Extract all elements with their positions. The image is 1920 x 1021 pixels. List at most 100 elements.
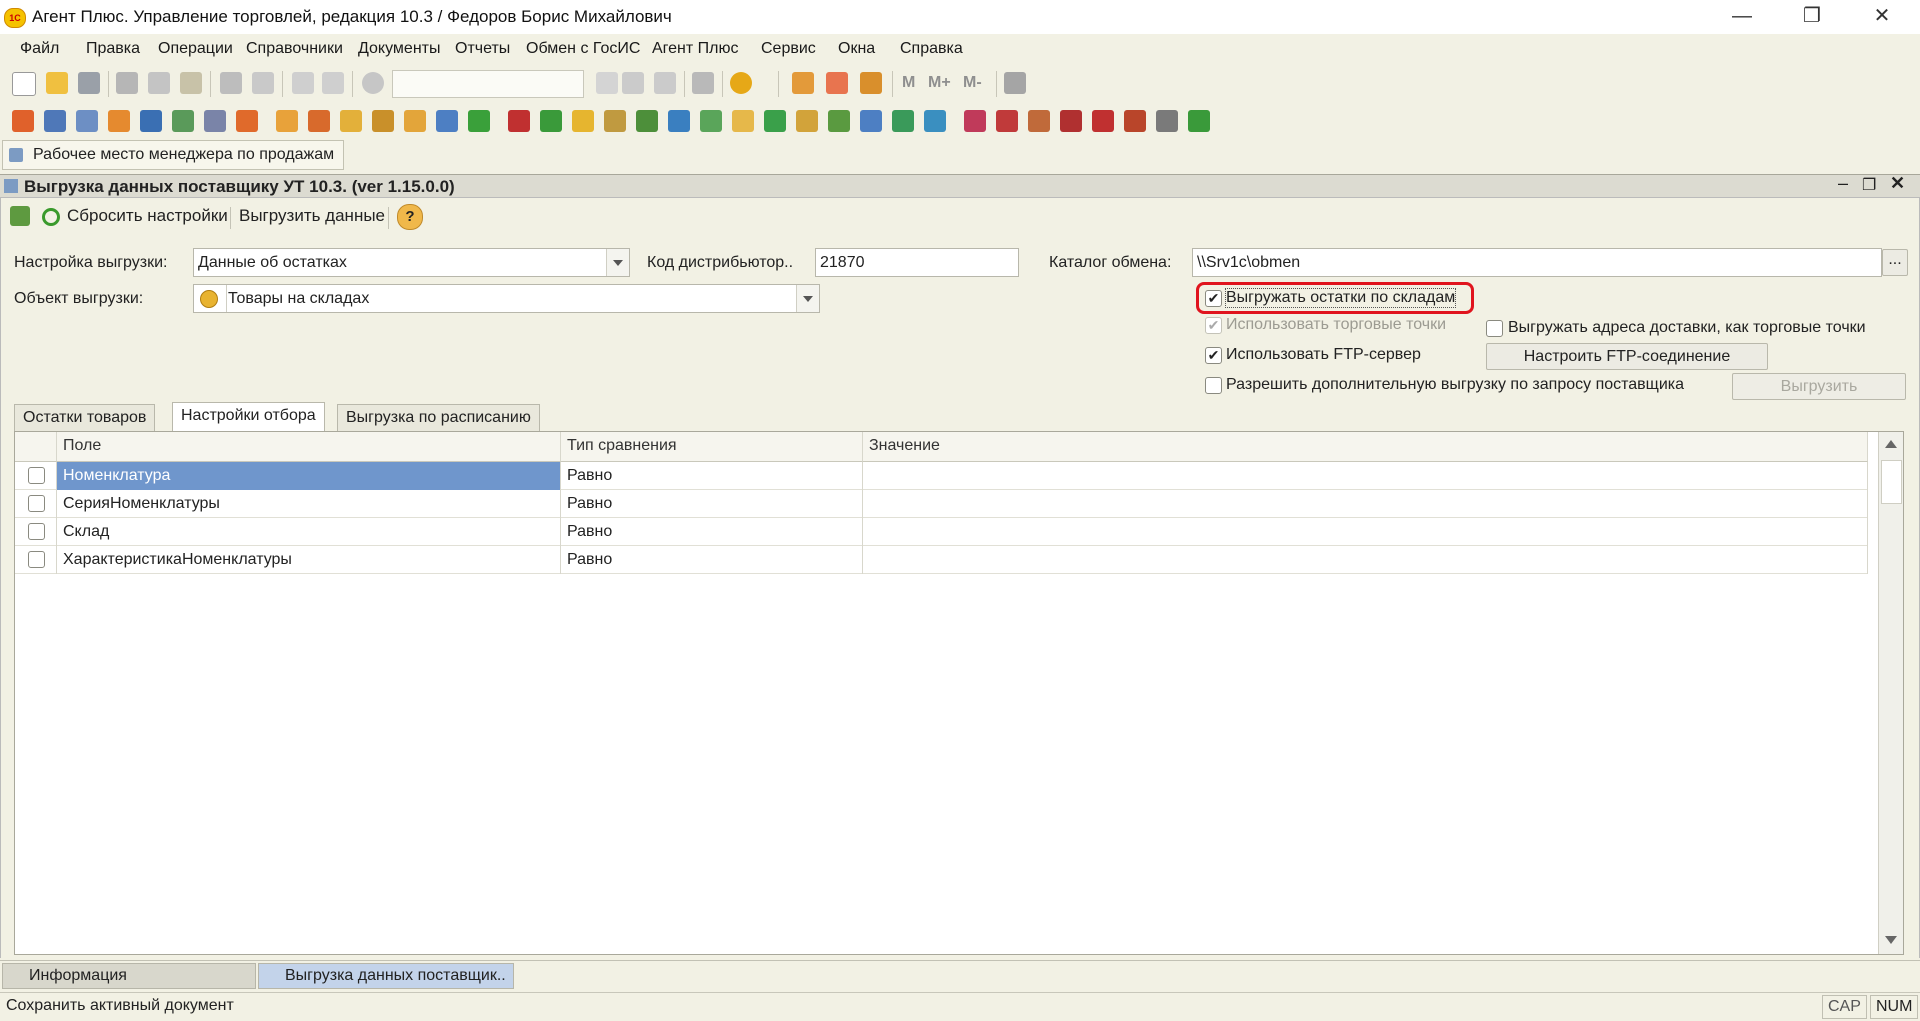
menu-windows[interactable]: Окна	[838, 40, 875, 58]
toolbar-action-icon[interactable]	[732, 110, 754, 132]
toolbar-action-icon[interactable]	[892, 110, 914, 132]
menu-agent-plus[interactable]: Агент Плюс	[652, 40, 739, 58]
column-header-value[interactable]: Значение	[863, 432, 1868, 462]
cell-compare[interactable]: Равно	[561, 462, 863, 490]
doc-close-button[interactable]: ✕	[1890, 173, 1905, 194]
tab-stock[interactable]: Остатки товаров	[14, 404, 156, 432]
cell-compare[interactable]: Равно	[561, 490, 863, 518]
toolbar-action-icon[interactable]	[668, 110, 690, 132]
toolbar-action-icon[interactable]	[172, 110, 194, 132]
menu-reports[interactable]: Отчеты	[455, 40, 510, 58]
toolbar-action-icon[interactable]	[308, 110, 330, 132]
redo-icon[interactable]	[322, 72, 344, 94]
menu-service[interactable]: Сервис	[761, 40, 816, 58]
toolbar-action-icon[interactable]	[44, 110, 66, 132]
table-scrollbar[interactable]	[1878, 432, 1903, 954]
tab-schedule[interactable]: Выгрузка по расписанию	[337, 404, 540, 432]
search-input[interactable]	[392, 70, 584, 98]
doc-minimize-button[interactable]: ‒	[1838, 173, 1848, 194]
menu-file[interactable]: Файл	[20, 40, 59, 58]
toolbar-action-icon[interactable]	[924, 110, 946, 132]
scroll-down-icon[interactable]	[1885, 936, 1897, 944]
toolbar-action-icon[interactable]	[1028, 110, 1050, 132]
calculator-icon[interactable]	[792, 72, 814, 94]
toolbar-action-icon[interactable]	[76, 110, 98, 132]
toolbar-action-icon[interactable]	[12, 110, 34, 132]
object-select[interactable]: Товары на складах	[193, 284, 820, 313]
toolbar-action-icon[interactable]	[404, 110, 426, 132]
find-icon[interactable]	[362, 72, 384, 94]
history-forward-icon[interactable]	[654, 72, 676, 94]
print-preview-icon[interactable]	[252, 72, 274, 94]
toolbar-action-icon[interactable]	[1188, 110, 1210, 132]
row-checkbox[interactable]	[28, 467, 45, 484]
windows-icon[interactable]	[692, 72, 714, 94]
row-checkbox[interactable]	[28, 551, 45, 568]
paste-icon[interactable]	[180, 72, 202, 94]
cut-icon[interactable]	[116, 72, 138, 94]
toolbar-action-icon[interactable]	[340, 110, 362, 132]
toolbar-action-icon[interactable]	[1124, 110, 1146, 132]
toolbar-action-icon[interactable]	[468, 110, 490, 132]
scroll-up-icon[interactable]	[1885, 440, 1897, 448]
catalog-browse-button[interactable]: ...	[1882, 249, 1908, 276]
table-row[interactable]: ХарактеристикаНоменклатуры Равно	[15, 546, 1868, 574]
reset-settings-button[interactable]: Сбросить настройки	[67, 206, 228, 226]
toolbar-action-icon[interactable]	[604, 110, 626, 132]
toolbar-action-icon[interactable]	[1156, 110, 1178, 132]
cell-compare[interactable]: Равно	[561, 546, 863, 574]
workspace-button[interactable]: Рабочее место менеджера по продажам	[2, 140, 344, 170]
toolbar-action-icon[interactable]	[964, 110, 986, 132]
help-icon[interactable]: ?	[397, 204, 423, 230]
calendar-icon[interactable]	[826, 72, 848, 94]
toolbar-action-icon[interactable]	[140, 110, 162, 132]
menu-operations[interactable]: Операции	[158, 40, 233, 58]
toolbar-action-icon[interactable]	[764, 110, 786, 132]
toolbar-action-icon[interactable]	[572, 110, 594, 132]
table-row[interactable]: Склад Равно	[15, 518, 1868, 546]
toolbar-action-icon[interactable]	[700, 110, 722, 132]
cell-field[interactable]: Номенклатура	[57, 462, 561, 490]
task-information[interactable]: Информация	[2, 963, 256, 989]
column-header-compare[interactable]: Тип сравнения	[561, 432, 863, 462]
toolbar-action-icon[interactable]	[236, 110, 258, 132]
menu-catalogs[interactable]: Справочники	[246, 40, 343, 58]
cell-field[interactable]: СерияНоменклатуры	[57, 490, 561, 518]
settings-dropdown-icon[interactable]	[606, 249, 629, 276]
task-export[interactable]: Выгрузка данных поставщик..	[258, 963, 514, 989]
toolbar-action-icon[interactable]	[204, 110, 226, 132]
tools-icon[interactable]	[1004, 72, 1026, 94]
object-dropdown-icon[interactable]	[796, 285, 819, 312]
toolbar-action-icon[interactable]	[1092, 110, 1114, 132]
distributor-field[interactable]: 21870	[815, 248, 1019, 277]
memory-m-button[interactable]: M	[902, 74, 915, 92]
use-ftp-checkbox[interactable]: ✔	[1205, 347, 1222, 364]
minimize-button[interactable]: —	[1712, 0, 1772, 34]
toolbar-action-icon[interactable]	[276, 110, 298, 132]
open-icon[interactable]	[46, 72, 68, 94]
configure-ftp-button[interactable]: Настроить FTP-соединение	[1486, 343, 1768, 370]
cell-value[interactable]	[863, 462, 1868, 490]
cell-value[interactable]	[863, 546, 1868, 574]
cell-value[interactable]	[863, 518, 1868, 546]
close-window-button[interactable]: ✕	[1852, 0, 1912, 34]
stock-by-warehouse-label[interactable]: Выгружать остатки по складам	[1224, 288, 1457, 308]
delivery-address-label[interactable]: Выгружать адреса доставки, как торговые …	[1508, 319, 1866, 337]
toolbar-action-icon[interactable]	[636, 110, 658, 132]
toolbar-action-icon[interactable]	[372, 110, 394, 132]
toolbar-action-icon[interactable]	[108, 110, 130, 132]
column-header-field[interactable]: Поле	[57, 432, 561, 462]
toolbar-action-icon[interactable]	[436, 110, 458, 132]
menu-help[interactable]: Справка	[900, 40, 963, 58]
print-icon[interactable]	[220, 72, 242, 94]
row-checkbox[interactable]	[28, 495, 45, 512]
toolbar-action-icon[interactable]	[508, 110, 530, 132]
catalog-field[interactable]: \\Srv1c\obmen	[1192, 248, 1882, 277]
allow-extra-checkbox[interactable]	[1205, 377, 1222, 394]
allow-extra-label[interactable]: Разрешить дополнительную выгрузку по зап…	[1226, 376, 1684, 394]
toolbar-action-icon[interactable]	[540, 110, 562, 132]
tab-filter-settings[interactable]: Настройки отбора	[172, 402, 325, 433]
cell-compare[interactable]: Равно	[561, 518, 863, 546]
delivery-address-checkbox[interactable]	[1486, 320, 1503, 337]
export-data-button[interactable]: Выгрузить данные	[239, 206, 385, 226]
